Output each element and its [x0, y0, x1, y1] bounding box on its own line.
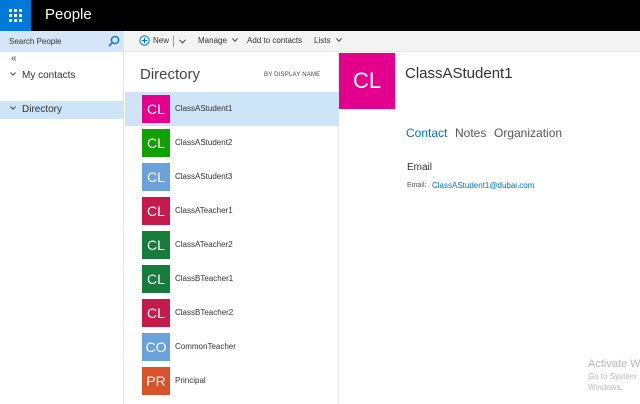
lists-label: Lists: [314, 36, 331, 45]
chevron-down-icon: [335, 38, 342, 42]
tab-notes[interactable]: Notes: [455, 126, 486, 140]
contact-name: Principal: [175, 376, 206, 385]
activation-watermark-line: Windows.: [588, 383, 623, 392]
nav-item-label: Directory: [22, 104, 63, 115]
contact-row[interactable]: CL ClassAStudent2: [125, 126, 339, 160]
tab-organization[interactable]: Organization: [494, 126, 562, 140]
nav-item-my-contacts[interactable]: My contacts: [0, 68, 124, 84]
avatar: CL: [142, 197, 170, 225]
search-input[interactable]: [0, 31, 104, 52]
contact-name: ClassATeacher1: [175, 206, 233, 215]
contact-name: ClassATeacher2: [175, 240, 233, 249]
avatar: CL: [142, 231, 170, 259]
activation-watermark-title: Activate Wi: [588, 358, 640, 370]
contact-row[interactable]: CO CommonTeacher: [125, 330, 339, 364]
search-box: [0, 31, 124, 52]
chevron-down-icon: [232, 38, 239, 42]
detail-avatar: CL: [339, 53, 395, 109]
contact-name: ClassAStudent2: [175, 138, 233, 147]
contact-name: ClassAStudent3: [175, 172, 233, 181]
left-navigation-pane: « My contacts Directory: [0, 31, 124, 404]
avatar: CL: [142, 265, 170, 293]
contact-row[interactable]: CL ClassBTeacher1: [125, 262, 339, 296]
contact-row[interactable]: CL ClassAStudent3: [125, 160, 339, 194]
contact-row[interactable]: PR Principal: [125, 364, 339, 398]
new-dropdown-chevron-icon[interactable]: [179, 39, 186, 44]
app-launcher-button[interactable]: [0, 0, 31, 31]
avatar: CL: [142, 129, 170, 157]
avatar: CL: [142, 163, 170, 191]
toolbar-divider: [173, 36, 174, 47]
contact-row[interactable]: CL ClassATeacher2: [125, 228, 339, 262]
manage-menu-button[interactable]: Manage: [198, 36, 239, 45]
contact-row[interactable]: CL ClassAStudent1: [125, 92, 339, 126]
contact-name: ClassAStudent1: [175, 104, 233, 113]
command-toolbar: New Manage Add to contacts Lists: [125, 31, 640, 52]
contact-detail-pane: CL ClassAStudent1 Contact Notes Organiza…: [339, 53, 640, 404]
avatar: CO: [142, 333, 170, 361]
new-button[interactable]: New: [153, 36, 169, 45]
chevron-down-icon: [10, 72, 16, 76]
manage-label: Manage: [198, 36, 227, 45]
top-bar: People: [0, 0, 640, 31]
email-link[interactable]: ClassAStudent1@dubai.com: [432, 181, 534, 190]
sort-by-button[interactable]: BY DISPLAY NAME: [264, 72, 320, 78]
lists-menu-button[interactable]: Lists: [314, 36, 342, 45]
contact-name: CommonTeacher: [175, 342, 236, 351]
contact-list-pane: Directory BY DISPLAY NAME CL ClassAStude…: [125, 53, 339, 404]
nav-item-label: My contacts: [22, 70, 76, 81]
plus-circle-icon[interactable]: [139, 35, 150, 46]
email-label: Email:: [407, 182, 427, 189]
contact-row[interactable]: CL ClassBTeacher2: [125, 296, 339, 330]
add-to-contacts-button[interactable]: Add to contacts: [247, 36, 302, 45]
avatar: CL: [142, 299, 170, 327]
email-section-title: Email: [407, 162, 433, 173]
contact-name: ClassBTeacher1: [175, 274, 234, 283]
chevron-down-icon: [10, 106, 16, 110]
collapse-pane-icon[interactable]: «: [11, 53, 17, 64]
app-title: People: [45, 6, 92, 23]
avatar: CL: [142, 95, 170, 123]
search-icon[interactable]: [108, 35, 120, 47]
list-title: Directory: [140, 66, 201, 83]
contact-row[interactable]: CL ClassATeacher1: [125, 194, 339, 228]
contact-name: ClassBTeacher2: [175, 308, 234, 317]
tab-contact[interactable]: Contact: [406, 126, 447, 140]
activation-watermark-line: Go to System: [588, 372, 637, 381]
avatar: PR: [142, 367, 170, 395]
detail-contact-name: ClassAStudent1: [405, 65, 513, 82]
nav-item-directory[interactable]: Directory: [0, 101, 124, 119]
